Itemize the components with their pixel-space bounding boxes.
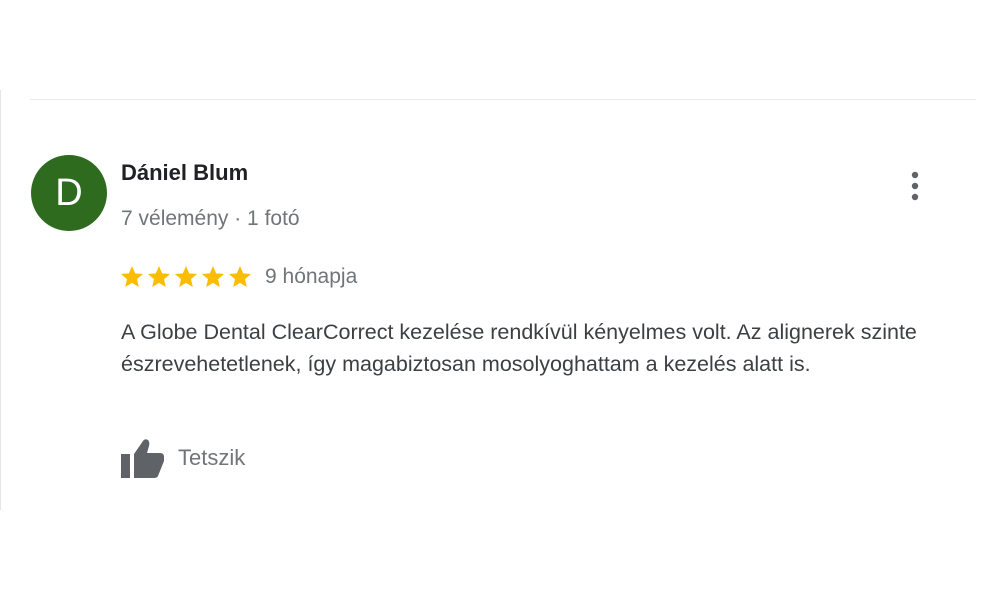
like-button[interactable]: Tetszik [118, 436, 245, 480]
like-label: Tetszik [178, 445, 246, 470]
left-border [0, 90, 1, 510]
review-card: D Dániel Blum 7 vélemény · 1 fotó 9 hóna… [0, 0, 1000, 600]
star-icon [228, 265, 252, 287]
review-date: 9 hónapja [265, 265, 358, 288]
top-divider [30, 99, 976, 100]
review-text: A Globe Dental ClearCorrect kezelése ren… [121, 320, 917, 376]
more-vert-icon [911, 171, 919, 201]
thumbs-up-icon [121, 439, 164, 478]
star-icon [174, 265, 198, 287]
avatar[interactable]: D [31, 155, 107, 231]
author-meta: 7 vélemény · 1 fotó [121, 207, 300, 230]
star-rating [119, 263, 253, 291]
more-options-button[interactable] [898, 166, 932, 206]
star-icon [147, 265, 171, 287]
star-icon [201, 265, 225, 287]
author-name[interactable]: Dániel Blum [121, 160, 248, 186]
star-icon [120, 265, 144, 287]
